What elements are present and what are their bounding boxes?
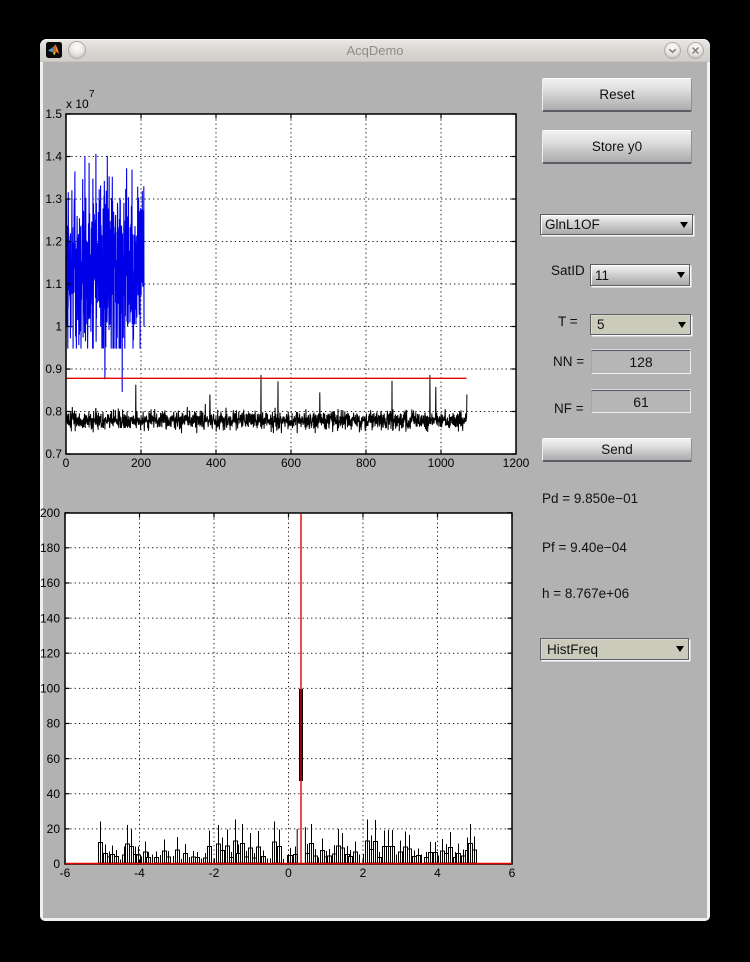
svg-text:2: 2 — [360, 866, 367, 880]
svg-text:800: 800 — [356, 456, 376, 470]
svg-text:120: 120 — [40, 646, 60, 660]
svg-text:40: 40 — [47, 787, 61, 801]
svg-text:-4: -4 — [134, 866, 145, 880]
svg-text:200: 200 — [40, 506, 60, 520]
svg-text:100: 100 — [40, 682, 60, 696]
svg-text:1: 1 — [55, 320, 62, 334]
svg-text:0.7: 0.7 — [45, 447, 62, 461]
svg-text:-6: -6 — [60, 866, 71, 880]
svg-text:60: 60 — [47, 752, 61, 766]
svg-text:4: 4 — [434, 866, 441, 880]
svg-text:0.9: 0.9 — [45, 362, 62, 376]
svg-text:6: 6 — [509, 866, 516, 880]
svg-text:80: 80 — [47, 717, 61, 731]
svg-text:x 10: x 10 — [66, 97, 89, 111]
svg-text:0: 0 — [285, 866, 292, 880]
svg-text:1.3: 1.3 — [45, 192, 62, 206]
svg-text:160: 160 — [40, 576, 60, 590]
svg-text:1000: 1000 — [428, 456, 455, 470]
svg-text:1.5: 1.5 — [45, 107, 62, 121]
svg-text:1.4: 1.4 — [45, 150, 62, 164]
svg-text:-2: -2 — [209, 866, 220, 880]
svg-text:140: 140 — [40, 611, 60, 625]
svg-text:1200: 1200 — [503, 456, 530, 470]
svg-text:7: 7 — [89, 89, 95, 100]
svg-text:1.1: 1.1 — [45, 277, 62, 291]
svg-text:200: 200 — [131, 456, 151, 470]
svg-text:1.2: 1.2 — [45, 235, 62, 249]
svg-text:600: 600 — [281, 456, 301, 470]
svg-text:0: 0 — [63, 456, 70, 470]
svg-text:400: 400 — [206, 456, 226, 470]
svg-text:0.8: 0.8 — [45, 405, 62, 419]
svg-text:20: 20 — [47, 822, 61, 836]
svg-text:180: 180 — [40, 541, 60, 555]
